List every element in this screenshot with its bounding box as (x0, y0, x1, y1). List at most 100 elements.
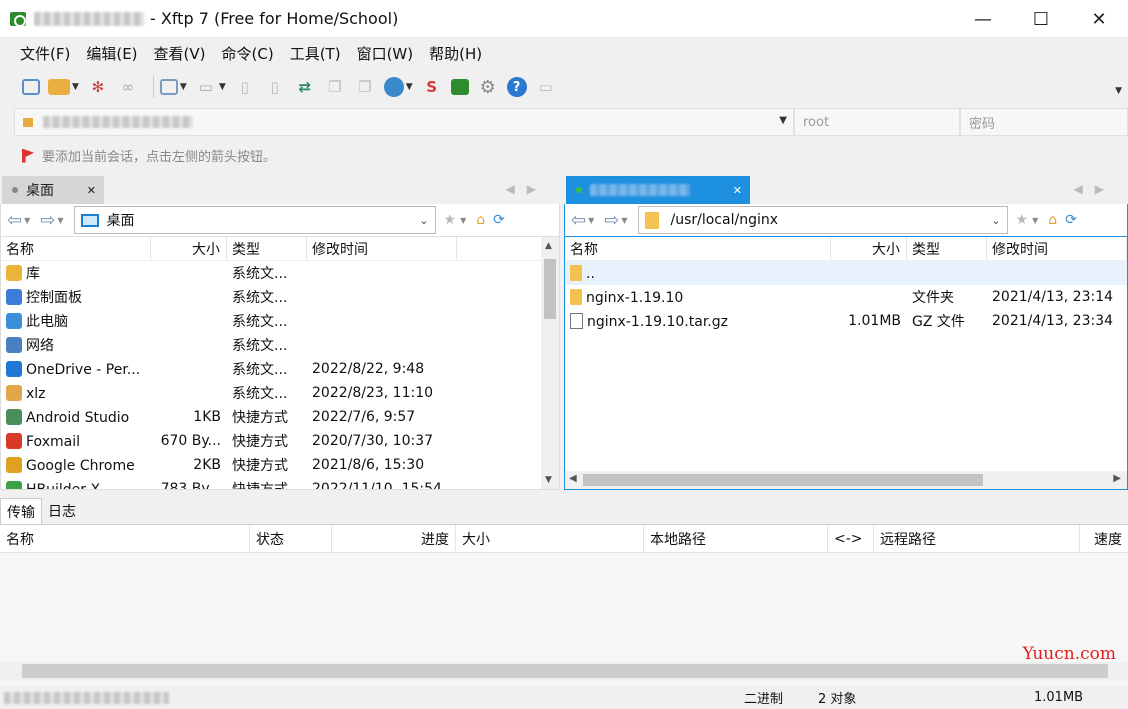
col-type[interactable]: 类型 (907, 237, 987, 260)
scroll-thumb[interactable] (583, 474, 983, 486)
play-dropdown-icon[interactable]: ▼ (219, 82, 226, 92)
play-icon[interactable]: ▭ (195, 76, 217, 98)
back-icon[interactable]: ⇦ (7, 210, 22, 231)
col-modified[interactable]: 修改时间 (987, 237, 1127, 260)
menu-edit[interactable]: 编辑(E) (78, 43, 145, 64)
local-file-row[interactable]: 控制面板 系统文... (1, 285, 559, 309)
local-file-row[interactable]: Google Chrome 2KB 快捷方式 2021/8/6, 15:30 (1, 453, 559, 477)
document-icon[interactable]: ▯ (234, 76, 256, 98)
path-dropdown-icon[interactable]: ⌄ (419, 214, 428, 227)
open-folder-icon[interactable] (48, 79, 70, 95)
connect-icon[interactable]: ✻ (87, 76, 109, 98)
favorite-star-icon[interactable]: ★ (1016, 212, 1029, 228)
col-name[interactable]: 名称 (565, 237, 831, 260)
tab-remote-session[interactable]: ✕ (566, 176, 750, 204)
scroll-up-icon[interactable]: ▲ (545, 241, 552, 251)
open-dropdown-icon[interactable]: ▼ (72, 82, 79, 92)
home-icon[interactable]: ⌂ (476, 212, 485, 228)
globe-icon[interactable] (383, 77, 404, 97)
col-transfer-name[interactable]: 名称 (0, 525, 250, 552)
favorite-dropdown-icon[interactable]: ▼ (460, 216, 466, 225)
favorite-dropdown-icon[interactable]: ▼ (1032, 216, 1038, 225)
toolbar-overflow-icon[interactable]: ▼ (1115, 86, 1122, 96)
local-file-row[interactable]: Android Studio 1KB 快捷方式 2022/7/6, 9:57 (1, 405, 559, 429)
scroll-left-icon[interactable]: ◀ (569, 473, 577, 484)
username-field[interactable]: root (794, 108, 960, 136)
col-modified[interactable]: 修改时间 (307, 237, 457, 260)
col-transfer-size[interactable]: 大小 (456, 525, 644, 552)
tab-log[interactable]: 日志 (42, 498, 82, 524)
help-icon[interactable]: ? (506, 77, 527, 97)
new-session-icon[interactable] (22, 79, 40, 95)
back-dropdown-icon[interactable]: ▼ (588, 216, 594, 225)
paste-icon[interactable]: ❐ (354, 76, 376, 98)
forward-icon[interactable]: ⇨ (604, 210, 619, 231)
properties-icon[interactable] (159, 79, 178, 95)
remote-file-row[interactable]: .. (565, 261, 1127, 285)
forward-dropdown-icon[interactable]: ▼ (57, 216, 63, 225)
local-path-input[interactable]: 桌面 ⌄ (73, 206, 436, 234)
col-type[interactable]: 类型 (227, 237, 307, 260)
host-dropdown-icon[interactable]: ▼ (779, 115, 787, 126)
local-file-row[interactable]: 此电脑 系统文... (1, 309, 559, 333)
local-file-row[interactable]: OneDrive - Per... 系统文... 2022/8/22, 9:48 (1, 357, 559, 381)
menu-view[interactable]: 查看(V) (146, 43, 214, 64)
minimize-button[interactable]: — (954, 0, 1012, 38)
password-field[interactable]: 密码 (960, 108, 1128, 136)
path-dropdown-icon[interactable]: ⌄ (991, 214, 1000, 227)
remote-file-row[interactable]: nginx-1.19.10 文件夹 2021/4/13, 23:14 (565, 285, 1127, 309)
tab-local-desktop[interactable]: 桌面 ✕ (2, 176, 104, 204)
maximize-button[interactable]: ☐ (1012, 0, 1070, 38)
menu-tools[interactable]: 工具(T) (282, 43, 349, 64)
forward-dropdown-icon[interactable]: ▼ (621, 216, 627, 225)
menu-help[interactable]: 帮助(H) (421, 43, 490, 64)
tab-scroll-arrows[interactable]: ◀▶ (1074, 182, 1116, 196)
local-file-row[interactable]: 网络 系统文... (1, 333, 559, 357)
local-file-row[interactable]: Foxmail 670 By... 快捷方式 2020/7/30, 10:37 (1, 429, 559, 453)
close-button[interactable]: ✕ (1070, 0, 1128, 38)
properties-dropdown-icon[interactable]: ▼ (180, 82, 187, 92)
bookmark-flag-icon[interactable] (22, 148, 34, 163)
globe-dropdown-icon[interactable]: ▼ (406, 82, 413, 92)
col-size[interactable]: 大小 (831, 237, 907, 260)
scroll-right-icon[interactable]: ▶ (1113, 473, 1121, 484)
copy-icon[interactable]: ❐ (324, 76, 346, 98)
remote-path-input[interactable]: /usr/local/nginx ⌄ (637, 206, 1008, 234)
refresh-icon[interactable]: ⟳ (1065, 212, 1077, 228)
local-vertical-scrollbar[interactable]: ▲ ▼ (541, 237, 559, 489)
back-dropdown-icon[interactable]: ▼ (24, 216, 30, 225)
menu-file[interactable]: 文件(F) (12, 43, 78, 64)
col-name[interactable]: 名称 (1, 237, 151, 260)
sync-icon[interactable]: ⇄ (294, 76, 316, 98)
chat-icon[interactable]: ▭ (535, 76, 557, 98)
menu-window[interactable]: 窗口(W) (349, 43, 422, 64)
scroll-down-icon[interactable]: ▼ (545, 475, 552, 485)
col-status[interactable]: 状态 (250, 525, 332, 552)
col-speed[interactable]: 速度 (1080, 525, 1128, 552)
col-size[interactable]: 大小 (151, 237, 227, 260)
transfer-horizontal-scrollbar[interactable] (0, 662, 1128, 680)
local-file-row[interactable]: 库 系统文... (1, 261, 559, 285)
tab-transfer[interactable]: 传输 (0, 498, 42, 524)
xftp-icon[interactable] (450, 79, 469, 95)
scroll-thumb[interactable] (22, 664, 1108, 678)
col-direction[interactable]: <-> (828, 525, 874, 552)
back-icon[interactable]: ⇦ (571, 210, 586, 231)
xshell-icon[interactable]: S (421, 76, 443, 98)
remote-file-row[interactable]: nginx-1.19.10.tar.gz 1.01MB GZ 文件 2021/4/13… (565, 309, 1127, 333)
forward-icon[interactable]: ⇨ (40, 210, 55, 231)
local-file-row[interactable]: xlz 系统文... 2022/8/23, 11:10 (1, 381, 559, 405)
col-remote-path[interactable]: 远程路径 (874, 525, 1080, 552)
disconnect-icon[interactable]: ∞ (117, 76, 139, 98)
tab-scroll-arrows[interactable]: ◀▶ (506, 182, 548, 196)
refresh-icon[interactable]: ⟳ (493, 212, 505, 228)
menu-command[interactable]: 命令(C) (214, 43, 282, 64)
close-tab-icon[interactable]: ✕ (87, 184, 96, 197)
remote-horizontal-scrollbar[interactable]: ◀ ▶ (565, 471, 1127, 489)
local-file-row[interactable]: HBuilder X 783 By... 快捷方式 2022/11/10, 15:54 (1, 477, 559, 489)
document2-icon[interactable]: ▯ (264, 76, 286, 98)
home-icon[interactable]: ⌂ (1048, 212, 1057, 228)
col-progress[interactable]: 进度 (332, 525, 456, 552)
close-tab-icon[interactable]: ✕ (733, 184, 742, 197)
scroll-thumb[interactable] (544, 259, 556, 319)
